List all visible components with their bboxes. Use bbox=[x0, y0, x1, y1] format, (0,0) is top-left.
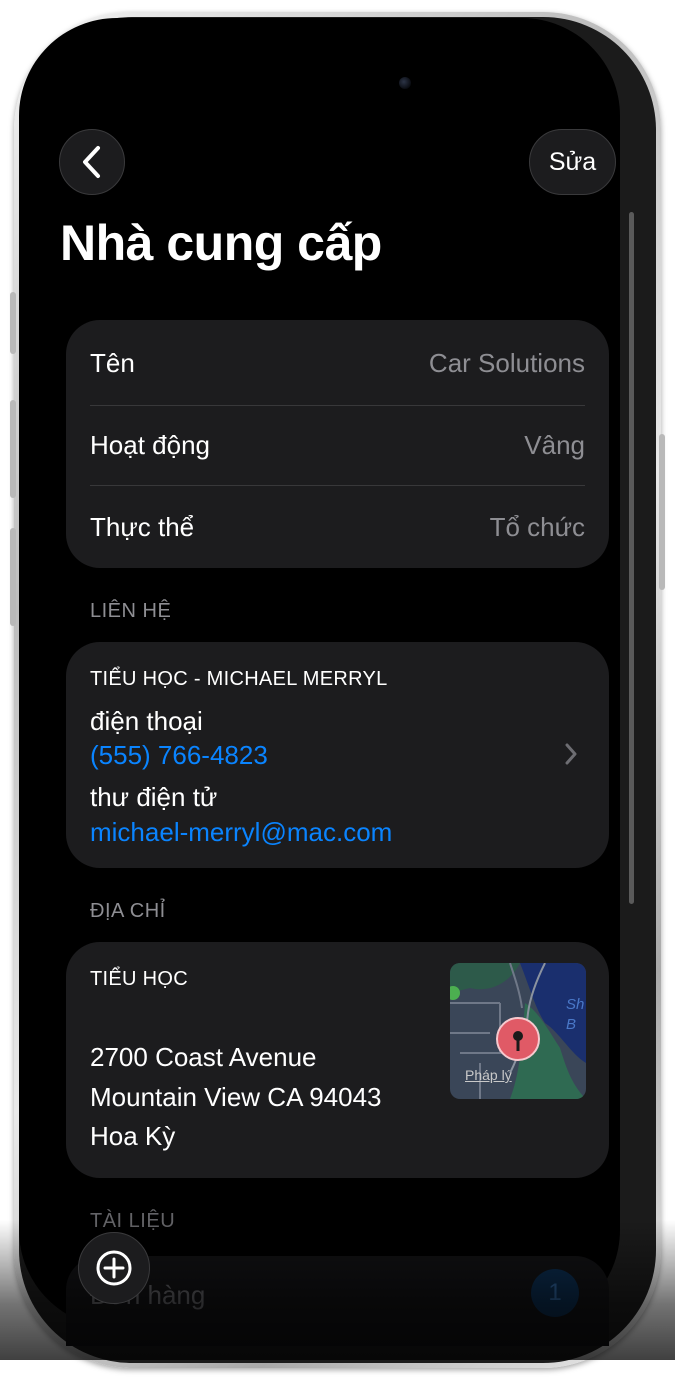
info-row-name[interactable]: Tên Car Solutions bbox=[90, 322, 585, 404]
row-value: Tổ chức bbox=[489, 511, 585, 542]
contact-section-label: LIÊN HỆ bbox=[90, 600, 172, 622]
row-value: Vâng bbox=[524, 429, 585, 460]
page-title: Nhà cung cấp bbox=[60, 215, 382, 271]
plus-circle-icon bbox=[96, 1250, 132, 1286]
volume-down-button bbox=[10, 528, 16, 626]
email-label: thư điện tử bbox=[90, 782, 218, 812]
info-row-active[interactable]: Hoạt động Vâng bbox=[90, 404, 585, 486]
volume-up-button bbox=[10, 400, 16, 498]
documents-section-label: TÀI LIỆU bbox=[90, 1210, 176, 1232]
svg-text:B: B bbox=[566, 1016, 576, 1033]
address-line-2: Mountain View CA 94043 bbox=[90, 1082, 382, 1112]
info-row-entity[interactable]: Thực thể Tổ chức bbox=[90, 486, 585, 568]
action-button bbox=[10, 292, 16, 354]
front-camera bbox=[399, 77, 411, 89]
contact-heading: TIỂU HỌC - MICHAEL MERRYL bbox=[90, 668, 388, 690]
scrollbar[interactable] bbox=[629, 212, 634, 904]
power-button bbox=[659, 434, 665, 590]
address-card[interactable]: TIỂU HỌC 2700 Coast Avenue Mountain View… bbox=[66, 942, 609, 1178]
orders-count-badge: 1 bbox=[531, 1269, 579, 1317]
address-heading: TIỂU HỌC bbox=[90, 968, 188, 990]
add-button[interactable] bbox=[78, 1232, 150, 1304]
svg-text:Sh: Sh bbox=[566, 996, 584, 1013]
address-line-1: 2700 Coast Avenue bbox=[90, 1042, 317, 1072]
phone-label: điện thoại bbox=[90, 706, 203, 736]
address-line-3: Hoa Kỳ bbox=[90, 1121, 176, 1151]
phone-link[interactable]: (555) 766-4823 bbox=[90, 740, 268, 771]
row-label: Hoạt động bbox=[90, 429, 210, 460]
row-label: Tên bbox=[90, 347, 135, 378]
back-button[interactable] bbox=[59, 129, 125, 195]
edit-button[interactable]: Sửa bbox=[529, 129, 616, 195]
chevron-right-icon bbox=[565, 743, 577, 765]
contact-card[interactable]: TIỂU HỌC - MICHAEL MERRYL điện thoại (55… bbox=[66, 642, 609, 868]
map-legal-label[interactable]: Pháp lý bbox=[465, 1067, 512, 1083]
chevron-left-icon bbox=[83, 146, 100, 178]
email-link[interactable]: michael-merryl@mac.com bbox=[90, 817, 392, 848]
row-label: Thực thể bbox=[90, 511, 195, 542]
map-thumbnail[interactable]: Sh B Pháp lý bbox=[450, 963, 586, 1099]
info-card: Tên Car Solutions Hoạt động Vâng Thực th… bbox=[66, 320, 609, 568]
row-value: Car Solutions bbox=[428, 347, 585, 378]
address-section-label: ĐỊA CHỈ bbox=[90, 900, 166, 922]
